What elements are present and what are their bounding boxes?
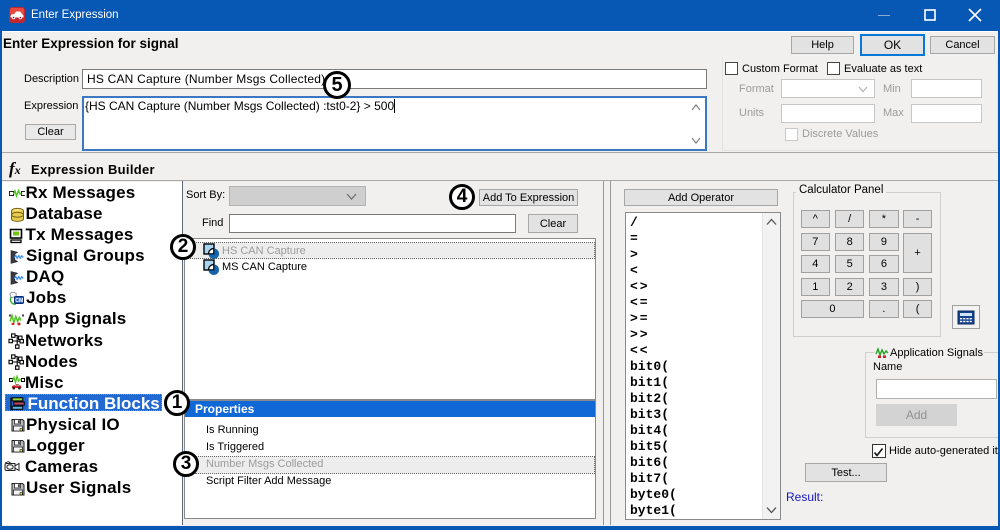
svg-text:CM: CM [15, 298, 23, 304]
